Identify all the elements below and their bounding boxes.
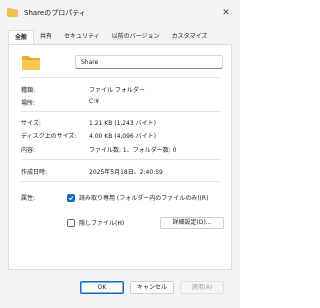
window-title: Shareのプロパティ [24,9,86,17]
tab-bar: 全般 共有 セキュリティ 以前のバージョン カスタマイズ [8,30,213,44]
title-bar: Shareのプロパティ ✕ [0,0,240,26]
created-value: 2025年5月18日、2:40:59 [89,169,163,176]
advanced-button[interactable]: 詳細設定(D)... [160,217,224,229]
contents-label: 内容: [21,147,36,154]
attributes-label: 属性: [21,195,36,202]
created-label: 作成日時: [21,169,48,176]
size-on-disk-value: 4.00 KB (4,096 バイト) [89,133,156,140]
location-value: C:¥ [89,98,100,105]
properties-dialog: Shareのプロパティ ✕ 全般 共有 セキュリティ 以前のバージョン カスタマ… [0,0,240,308]
tab-previous-versions[interactable]: 以前のバージョン [106,30,166,44]
folder-icon [21,55,41,71]
divider [21,181,221,182]
size-on-disk-label: ディスク上のサイズ: [21,133,77,140]
hidden-checkbox[interactable] [67,219,75,227]
readonly-checkbox[interactable] [67,194,75,202]
close-button[interactable]: ✕ [216,5,236,21]
general-panel: 種類: ファイル フォルダー 場所: C:¥ サイズ: 1.21 KB (1,2… [8,44,232,270]
type-value: ファイル フォルダー [89,87,145,94]
size-label: サイズ: [21,120,41,127]
close-icon: ✕ [222,8,230,18]
divider [21,159,221,160]
checkmark-icon [68,196,74,201]
type-label: 種類: [21,87,36,94]
size-value: 1.21 KB (1,243 バイト) [89,120,156,127]
divider [21,111,221,112]
divider [21,77,221,78]
location-label: 場所: [21,100,36,107]
apply-button[interactable]: 適用(A) [180,281,224,294]
cancel-button[interactable]: キャンセル [130,281,174,294]
hidden-label[interactable]: 隠しファイル(H) [79,218,124,227]
folder-icon [7,8,18,17]
tab-general[interactable]: 全般 [8,30,35,44]
contents-value: ファイル数: 1、フォルダー数: 0 [89,147,177,154]
readonly-label[interactable]: 読み取り専用 (フォルダー内のファイルのみ)(R) [79,193,208,202]
tab-customize[interactable]: カスタマイズ [166,30,214,44]
folder-name-input[interactable] [75,55,223,69]
ok-button[interactable]: OK [80,281,124,294]
tab-security[interactable]: セキュリティ [58,30,106,44]
tab-sharing[interactable]: 共有 [34,30,58,44]
